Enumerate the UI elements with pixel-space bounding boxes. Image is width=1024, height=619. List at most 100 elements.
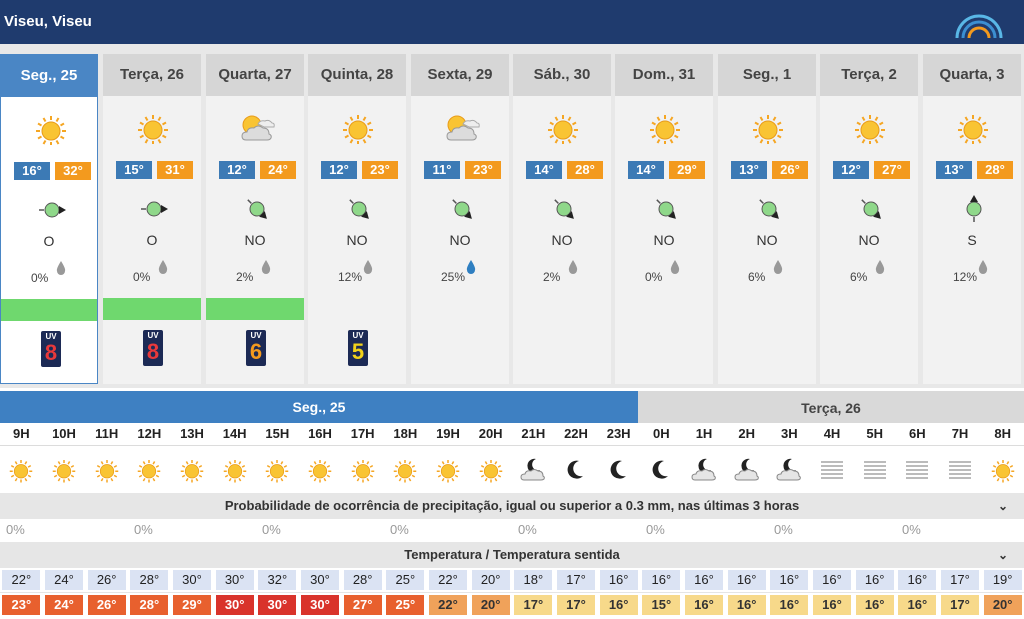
max-temp: 28° <box>567 161 603 179</box>
feels-like-cell: 23° <box>2 595 41 615</box>
feels-like-cell: 16° <box>685 595 723 615</box>
day-tab[interactable]: Seg., 1 <box>718 54 816 96</box>
day-column[interactable]: Quarta, 3 13° 28° S 12% <box>923 54 1021 384</box>
feels-like-cell: 29° <box>173 595 211 615</box>
uv-index-badge: UV 5 <box>348 330 368 366</box>
wind-direction-label: NO <box>244 232 266 248</box>
precip-probability: 6% <box>748 270 766 284</box>
precip-section-title: Probabilidade de ocorrência de precipita… <box>224 498 800 513</box>
hourly-day-header-today[interactable]: Seg., 25 <box>0 391 638 423</box>
hour-label: 6H <box>909 426 926 441</box>
feels-like-cell: 17° <box>557 595 595 615</box>
hour-label: 22H <box>564 426 588 441</box>
min-temp: 13° <box>731 161 767 179</box>
max-temp: 26° <box>772 161 808 179</box>
precip-probability: 0% <box>133 270 151 284</box>
day-column[interactable]: Terça, 2 12° 27° NO 6% <box>820 54 918 384</box>
wind-direction-label: S <box>967 232 977 248</box>
day-column[interactable]: Seg., 1 13° 26° NO 6% <box>718 54 816 384</box>
temperature-cell: 17° <box>557 570 595 590</box>
day-column[interactable]: Seg., 25 16° 32° O 0% UV 8 <box>0 54 98 384</box>
wind-direction-label: NO <box>449 232 471 248</box>
hour-label: 9H <box>13 426 30 441</box>
feels-like-cell: 30° <box>301 595 339 615</box>
day-tab[interactable]: Sáb., 30 <box>513 54 611 96</box>
wind-direction-icon <box>966 195 982 222</box>
day-tab[interactable]: Sexta, 29 <box>411 54 509 96</box>
temp-section-header[interactable]: Temperatura / Temperatura sentida ⌄ <box>0 542 1024 568</box>
raindrop-icon <box>56 261 66 275</box>
precip-cell: 0% <box>902 522 921 537</box>
row-divider <box>0 592 1024 593</box>
hour-label: 13H <box>180 426 204 441</box>
wind-direction-label: NO <box>346 232 368 248</box>
temperature-cell: 30° <box>215 570 254 590</box>
hourly-day-header-tomorrow[interactable]: Terça, 26 <box>638 391 1024 423</box>
temperature-cell: 24° <box>45 570 83 590</box>
wind-direction-label: O <box>43 233 55 249</box>
uv-index-badge: UV 6 <box>246 330 266 366</box>
raindrop-icon <box>568 260 578 274</box>
feels-like-cell: 20° <box>471 595 510 615</box>
raindrop-icon <box>363 260 373 274</box>
precip-section-header[interactable]: Probabilidade de ocorrência de precipita… <box>0 493 1024 519</box>
wind-direction-label: NO <box>653 232 675 248</box>
hour-label: 5H <box>866 426 883 441</box>
hour-label: 15H <box>265 426 290 441</box>
chevron-down-icon[interactable]: ⌄ <box>998 493 1008 519</box>
min-temp: 12° <box>321 161 357 179</box>
day-tab[interactable]: Seg., 25 <box>1 55 97 97</box>
temperature-cell: 19° <box>983 570 1022 590</box>
temperature-cell: 28° <box>130 570 169 590</box>
day-column[interactable]: Sáb., 30 14° 28° NO 2% <box>513 54 611 384</box>
min-temp: 12° <box>833 161 869 179</box>
feels-like-cell: 17° <box>514 595 553 615</box>
hour-label: 12H <box>137 426 162 441</box>
hour-label: 23H <box>606 426 631 441</box>
uv-highlight-bar <box>206 298 304 320</box>
raindrop-icon <box>773 260 783 274</box>
day-tab[interactable]: Dom., 31 <box>615 54 713 96</box>
feels-like-cell: 16° <box>599 595 638 615</box>
max-temp: 31° <box>157 161 193 179</box>
day-tab[interactable]: Quinta, 28 <box>308 54 406 96</box>
precip-probability: 2% <box>236 270 254 284</box>
wind-direction-label: NO <box>756 232 778 248</box>
day-tab[interactable]: Quarta, 27 <box>206 54 304 96</box>
precip-cell: 0% <box>6 522 25 537</box>
day-column[interactable]: Dom., 31 14° 29° NO 0% <box>615 54 713 384</box>
day-column[interactable]: Terça, 26 15° 31° O 0% UV 8 <box>103 54 201 384</box>
precip-probability: 12% <box>338 270 363 284</box>
precip-cell: 0% <box>646 522 665 537</box>
feels-like-cell: 17° <box>941 595 979 615</box>
precip-probability: 6% <box>850 270 868 284</box>
day-tab[interactable]: Quarta, 3 <box>923 54 1021 96</box>
precip-cell: 0% <box>134 522 153 537</box>
chevron-down-icon[interactable]: ⌄ <box>998 542 1008 568</box>
hour-label: 8H <box>994 426 1011 441</box>
precip-cell: 0% <box>518 522 537 537</box>
raindrop-icon <box>158 260 168 274</box>
wind-direction-label: O <box>146 232 158 248</box>
max-temp: 29° <box>669 161 705 179</box>
feels-like-cell: 16° <box>727 595 766 615</box>
min-temp: 12° <box>219 161 255 179</box>
day-tab[interactable]: Terça, 26 <box>103 54 201 96</box>
hour-label: 4H <box>823 426 841 441</box>
min-temp: 14° <box>628 161 664 179</box>
max-temp: 23° <box>465 161 501 179</box>
temperature-cell: 16° <box>770 570 809 590</box>
feels-like-cell: 16° <box>898 595 937 615</box>
day-column[interactable]: Quinta, 28 12° 23° NO 12% UV 5 <box>308 54 406 384</box>
day-column[interactable]: Sexta, 29 11° 23° NO 25% <box>411 54 509 384</box>
feels-like-cell: 25° <box>386 595 425 615</box>
wind-direction-icon <box>759 199 779 219</box>
wind-direction-icon <box>656 199 676 219</box>
wind-direction-label: NO <box>858 232 880 248</box>
day-column[interactable]: Quarta, 27 12° 24° NO 2% UV 6 <box>206 54 304 384</box>
wind-direction-icon <box>861 199 881 219</box>
temperature-cell: 16° <box>685 570 723 590</box>
hour-label: 19H <box>436 426 460 441</box>
day-tab[interactable]: Terça, 2 <box>820 54 918 96</box>
hour-label: 21H <box>521 426 546 441</box>
